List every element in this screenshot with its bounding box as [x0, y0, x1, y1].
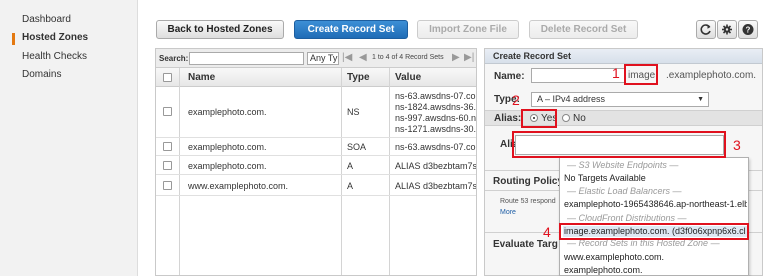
column-header-name[interactable]: Name [188, 72, 215, 83]
type-filter-select[interactable]: Any Type [307, 52, 339, 65]
record-value: ALIAS d3bezbtam7se4 [395, 181, 477, 191]
table-header: Name Type Value [156, 68, 476, 87]
delete-record-set-button[interactable]: Delete Record Set [529, 20, 638, 39]
routing-description: Route 53 respond [500, 198, 556, 205]
record-sets-grid: Search: Any Type |◀ ◀ 1 to 4 of 4 Record… [155, 48, 477, 276]
annotation-number: 2 [512, 92, 520, 108]
search-label: Search: [159, 54, 189, 63]
settings-button[interactable] [717, 20, 737, 39]
record-type: NS [347, 107, 360, 117]
sidebar-item-dashboard[interactable]: Dashboard [22, 14, 71, 25]
evaluate-target-health-label: Evaluate Targ [493, 239, 558, 250]
record-type: SOA [347, 142, 367, 152]
alias-target-dropdown[interactable]: — S3 Website Endpoints — No Targets Avai… [559, 157, 749, 276]
panel-header: Create Record Set [485, 49, 762, 64]
record-name: examplephoto.com. [188, 161, 267, 171]
refresh-button[interactable] [696, 20, 716, 39]
help-icon: ? [742, 24, 754, 35]
annotation-number: 3 [733, 137, 741, 153]
routing-policy-label: Routing Policy [493, 176, 563, 187]
column-header-type[interactable]: Type [347, 72, 370, 83]
type-value: A – IPv4 address [537, 94, 606, 104]
gear-icon [722, 24, 732, 35]
record-value: ns-1824.awsdns-36.co. [395, 102, 477, 112]
dropdown-group-header: — Elastic Load Balancers — [567, 186, 682, 196]
record-type: A [347, 181, 354, 191]
alias-no-radio[interactable] [562, 114, 570, 122]
column-header-value[interactable]: Value [395, 72, 421, 83]
record-value: ns-997.awsdns-60.net. [395, 113, 477, 123]
record-name: examplephoto.com. [188, 142, 267, 152]
first-page-icon[interactable]: |◀ [342, 52, 352, 63]
domain-suffix: .examplephoto.com. [666, 70, 757, 81]
annotation-box-cloudfront [559, 223, 749, 240]
annotation-number: 4 [543, 224, 551, 240]
type-select[interactable]: A – IPv4 address ▼ [531, 92, 709, 107]
row-checkbox[interactable] [163, 142, 172, 151]
annotation-number: 1 [612, 65, 620, 81]
sidebar-item-domains[interactable]: Domains [22, 69, 61, 80]
row-checkbox[interactable] [163, 107, 172, 116]
select-all-checkbox[interactable] [163, 73, 172, 82]
search-input[interactable] [189, 52, 304, 65]
back-to-hosted-zones-button[interactable]: Back to Hosted Zones [156, 20, 284, 39]
table-row[interactable]: www.examplephoto.com. A ALIAS d3bezbtam7… [156, 175, 476, 196]
name-label: Name: [494, 71, 525, 82]
dropdown-option[interactable]: www.examplephoto.com. [563, 252, 747, 263]
next-page-icon[interactable]: ▶ [452, 52, 460, 63]
row-checkbox[interactable] [163, 181, 172, 190]
svg-text:?: ? [746, 26, 751, 35]
table-row[interactable]: examplephoto.com. NS ns-63.awsdns-07.com… [156, 87, 476, 138]
record-type: A [347, 161, 354, 171]
prev-page-icon[interactable]: ◀ [359, 52, 367, 63]
dropdown-group-header: — S3 Website Endpoints — [567, 160, 679, 170]
annotation-box-alias [521, 109, 557, 128]
dropdown-option[interactable]: examplephoto.com. [563, 265, 747, 275]
sidebar: Dashboard Hosted Zones Health Checks Dom… [0, 0, 138, 276]
active-indicator [12, 33, 15, 45]
panel-title: Create Record Set [493, 51, 572, 61]
record-name: examplephoto.com. [188, 107, 267, 117]
alias-no-label[interactable]: No [573, 113, 586, 124]
record-count: 1 to 4 of 4 Record Sets [372, 54, 444, 61]
record-name: www.examplephoto.com. [188, 181, 289, 191]
dropdown-option[interactable]: examplephoto-1965438646.ap-northeast-1.e… [563, 199, 747, 210]
help-button[interactable]: ? [738, 20, 758, 39]
search-bar: Search: Any Type |◀ ◀ 1 to 4 of 4 Record… [156, 49, 476, 68]
last-page-icon[interactable]: ▶| [464, 52, 474, 63]
create-record-set-button[interactable]: Create Record Set [294, 20, 408, 39]
alias-label: Alias: [494, 113, 522, 124]
annotation-box-name [624, 64, 658, 85]
sidebar-item-hosted-zones[interactable]: Hosted Zones [22, 32, 88, 43]
record-value: ns-63.awsdns-07.com. [395, 142, 477, 152]
import-zone-file-button[interactable]: Import Zone File [417, 20, 519, 39]
refresh-icon [700, 24, 711, 35]
row-checkbox[interactable] [163, 161, 172, 170]
table-row[interactable]: examplephoto.com. A ALIAS d3bezbtam7se4 [156, 156, 476, 175]
table-row[interactable]: examplephoto.com. SOA ns-63.awsdns-07.co… [156, 138, 476, 156]
annotation-box-target [512, 131, 726, 158]
record-value: ns-63.awsdns-07.com. [395, 91, 477, 101]
record-value: ALIAS d3bezbtam7se4 [395, 161, 477, 171]
chevron-down-icon: ▼ [697, 96, 704, 103]
sidebar-item-health-checks[interactable]: Health Checks [22, 51, 87, 62]
more-link[interactable]: More [500, 209, 516, 216]
record-value: ns-1271.awsdns-30.org. [395, 124, 477, 134]
dropdown-option[interactable]: No Targets Available [563, 173, 747, 184]
